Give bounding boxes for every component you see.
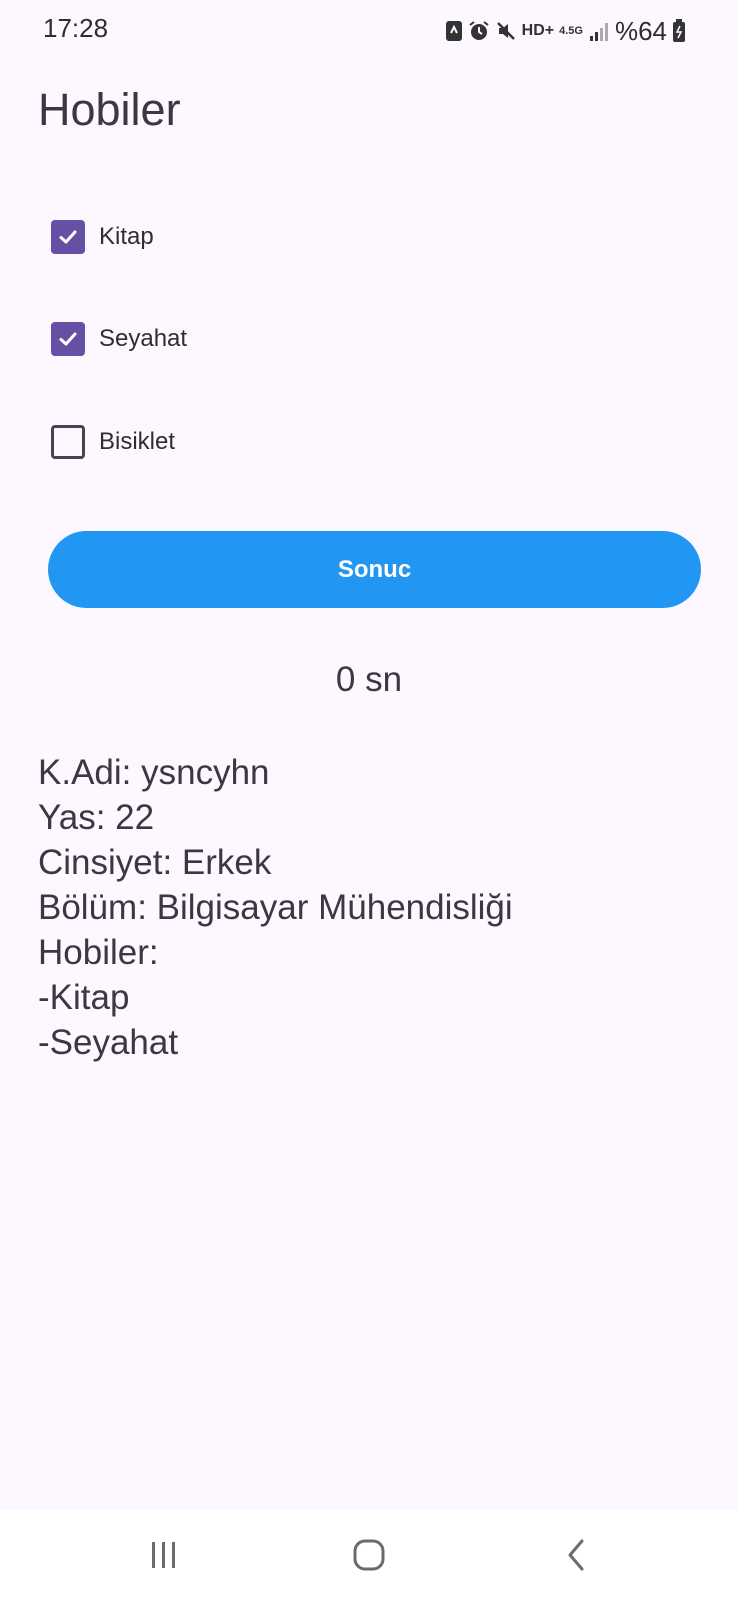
sync-icon	[445, 21, 462, 41]
status-icons: HD+ 4.5G %64	[445, 16, 686, 46]
back-icon	[568, 1539, 584, 1571]
summary-department: Bölüm: Bilgisayar Mühendisliği	[38, 888, 513, 927]
checkbox-checked-icon[interactable]	[51, 322, 85, 356]
checkbox-label-seyahat: Seyahat	[99, 325, 188, 352]
back-button[interactable]	[516, 1510, 636, 1600]
alarm-icon	[469, 21, 489, 40]
mute-icon	[496, 22, 515, 40]
checkbox-label-kitap: Kitap	[99, 223, 154, 250]
home-button[interactable]	[309, 1510, 429, 1600]
result-summary: K.Adi: ysncyhn Yas: 22 Cinsiyet: Erkek B…	[38, 750, 513, 1065]
battery-icon	[673, 19, 685, 42]
timer-text: 0 sn	[335, 660, 403, 699]
summary-gender: Cinsiyet: Erkek	[38, 843, 272, 882]
recent-apps-icon	[152, 1542, 175, 1568]
checkbox-bisiklet[interactable]: Bisiklet	[51, 422, 175, 462]
sonuc-button[interactable]: Sonuc	[48, 531, 701, 608]
checkbox-unchecked-icon[interactable]	[51, 425, 85, 459]
summary-username: K.Adi: ysncyhn	[38, 753, 270, 792]
network-type: 4.5G	[559, 24, 583, 37]
checkbox-checked-icon[interactable]	[51, 220, 85, 254]
checkbox-kitap[interactable]: Kitap	[51, 217, 154, 257]
signal-icon	[589, 23, 608, 41]
summary-hobby-item: -Kitap	[38, 978, 130, 1017]
page-title: Hobiler	[38, 84, 181, 135]
home-icon	[353, 1539, 385, 1571]
status-bar: 17:28 HD+ 4.5G %64	[0, 0, 738, 60]
summary-hobbies-heading: Hobiler:	[38, 933, 159, 972]
battery-level: %64	[614, 15, 667, 46]
recent-apps-button[interactable]	[104, 1510, 224, 1600]
summary-hobby-item: -Seyahat	[38, 1023, 179, 1062]
status-time: 17:28	[43, 13, 109, 43]
summary-age: Yas: 22	[38, 798, 155, 837]
checkbox-label-bisiklet: Bisiklet	[99, 428, 176, 455]
checkbox-seyahat[interactable]: Seyahat	[51, 319, 187, 359]
navigation-bar	[0, 1510, 738, 1600]
hd-icon: HD+	[521, 22, 555, 39]
